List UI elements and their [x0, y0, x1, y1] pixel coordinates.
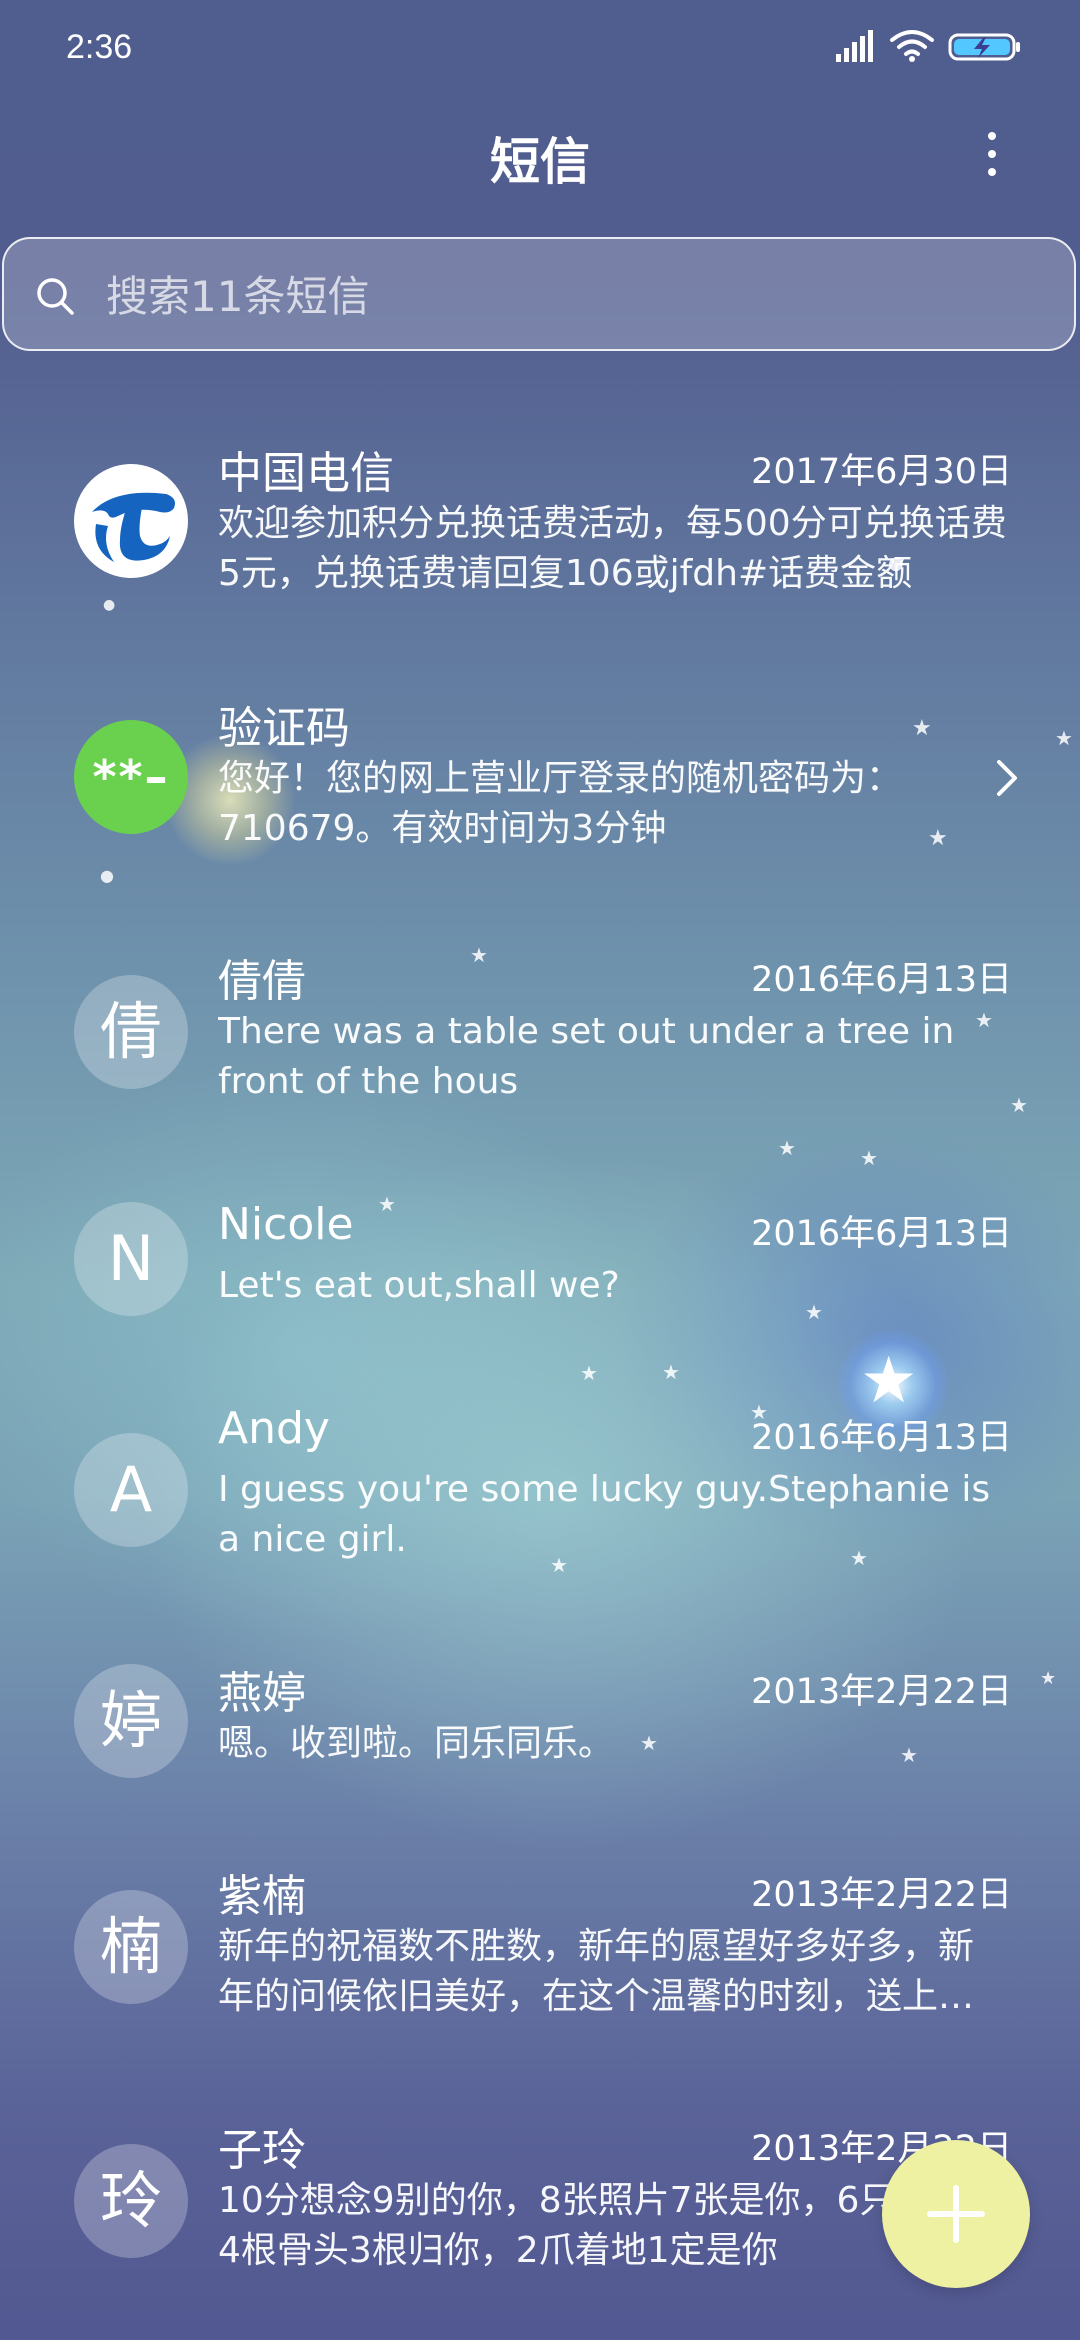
star-icon: ●	[100, 866, 114, 885]
avatar: 楠	[74, 1890, 188, 2004]
conversation-name: 验证码	[218, 703, 350, 754]
more-options-button[interactable]	[968, 128, 1016, 184]
conversation-date: 2016年6月13日	[751, 1418, 1012, 1458]
conversation-name: 紫楠	[218, 1871, 306, 1922]
search-icon	[37, 278, 74, 315]
search-bar[interactable]	[2, 237, 1076, 351]
conversation-item[interactable]: 倩 倩倩 2016年6月13日 There was a table set ou…	[0, 945, 1080, 1115]
conversation-name: Nicole	[218, 1199, 354, 1250]
conversation-preview: I guess you're some lucky guy.Stephanie …	[218, 1469, 991, 1560]
conversation-name: 倩倩	[218, 956, 306, 1007]
verification-code-icon: **–	[74, 720, 188, 834]
conversation-preview: 新年的祝福数不胜数，新年的愿望好多好多，新年的问候依旧美好，在这个温馨的时刻，送…	[218, 1926, 975, 2017]
conversation-item[interactable]: A Andy 2016年6月13日 I guess you're some lu…	[0, 1403, 1080, 1573]
avatar: N	[74, 1202, 188, 1316]
avatar: 倩	[74, 975, 188, 1089]
chevron-right-icon	[997, 760, 1017, 796]
conversation-name: 燕婷	[218, 1668, 306, 1719]
conversation-preview: 您好！您的网上营业厅登录的随机密码为：710679。有效时间为3分钟	[218, 758, 903, 849]
more-dot-icon	[988, 168, 996, 176]
avatar: A	[74, 1433, 188, 1547]
star-icon: ★	[580, 1361, 598, 1385]
conversation-preview: There was a table set out under a tree i…	[218, 1011, 955, 1102]
conversation-name: 子玲	[218, 2125, 306, 2176]
conversation-item[interactable]: N Nicole 2016年6月13日 Let's eat out,shall …	[0, 1199, 1080, 1339]
conversation-item[interactable]: 楠 紫楠 2013年2月22日 新年的祝福数不胜数，新年的愿望好多好多，新年的问…	[0, 1860, 1080, 2030]
status-bar: 2:36	[0, 0, 1080, 95]
page-title: 短信	[490, 133, 590, 191]
conversation-date: 2013年2月22日	[751, 1672, 1012, 1712]
conversation-name: 中国电信	[218, 448, 394, 499]
conversation-item[interactable]: **– 验证码 您好！您的网上营业厅登录的随机密码为：710679。有效时间为3…	[0, 692, 1080, 862]
avatar: 婷	[74, 1664, 188, 1778]
conversation-item[interactable]: 婷 燕婷 2013年2月22日 嗯。收到啦。同乐同乐。	[0, 1657, 1080, 1797]
search-input[interactable]	[104, 265, 1008, 327]
avatar: 玲	[74, 2144, 188, 2258]
conversation-preview: 欢迎参加积分兑换话费活动，每500分可兑换话费5元，兑换话费请回复106或jfd…	[218, 503, 1007, 594]
conversation-date: 2013年2月22日	[751, 1875, 1012, 1915]
plus-icon	[927, 2185, 985, 2243]
conversation-date: 2016年6月13日	[751, 1214, 1012, 1254]
battery-charging-icon	[948, 33, 1020, 61]
china-telecom-logo-icon	[74, 464, 188, 578]
star-icon: ★	[662, 1360, 680, 1384]
conversation-name: Andy	[218, 1403, 330, 1454]
star-icon: ★	[860, 1146, 878, 1170]
new-message-button[interactable]	[882, 2140, 1030, 2288]
conversation-preview: Let's eat out,shall we?	[218, 1265, 620, 1306]
more-dot-icon	[988, 132, 996, 140]
star-icon: ★	[778, 1136, 796, 1160]
more-dot-icon	[988, 150, 996, 158]
status-time: 2:36	[66, 28, 133, 66]
conversation-preview: 嗯。收到啦。同乐同乐。	[218, 1723, 615, 1764]
conversation-item[interactable]: 中国电信 2017年6月30日 欢迎参加积分兑换话费活动，每500分可兑换话费5…	[0, 437, 1080, 607]
conversation-date: 2017年6月30日	[751, 452, 1012, 492]
signal-icon	[836, 30, 873, 62]
conversation-date: 2016年6月13日	[751, 960, 1012, 1000]
wifi-icon	[890, 30, 934, 62]
